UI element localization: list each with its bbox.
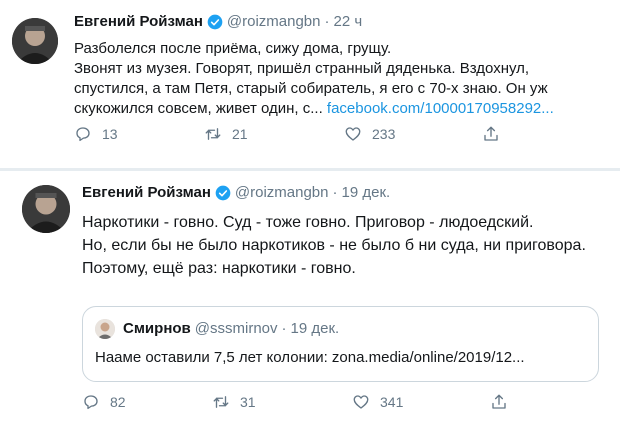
quoted-tweet-header: Смирнов @sssmirnov · 19 дек. (123, 320, 339, 337)
verified-badge-icon (215, 185, 231, 200)
avatar[interactable] (22, 185, 70, 233)
reply-button[interactable]: 82 (82, 393, 126, 411)
retweet-button[interactable]: 31 (212, 393, 256, 411)
reply-count: 13 (102, 126, 118, 142)
quoted-tweet-text: Нааме оставили 7,5 лет колонии: zona.med… (95, 349, 525, 366)
separator: · (281, 320, 287, 337)
reply-button[interactable]: 13 (74, 125, 118, 143)
quoted-timestamp: 19 дек. (290, 320, 340, 337)
tweet-line: скукожился совсем, живет один, с... face… (74, 99, 554, 119)
author-name[interactable]: Евгений Ройзман (82, 184, 211, 201)
like-icon (345, 127, 361, 141)
share-icon (484, 126, 498, 141)
avatar[interactable] (12, 18, 58, 64)
tweet-line: Но, если бы не было наркотиков - не было… (82, 237, 586, 254)
quoted-tweet[interactable]: Смирнов @sssmirnov · 19 дек. Нааме остав… (82, 306, 599, 382)
tweet-line-text: скукожился совсем, живет один, с... (74, 100, 327, 117)
tweet-line: Наркотики - говно. Суд - тоже говно. При… (82, 214, 534, 231)
tweet-line: спустился, а там Петя, старый собиратель… (74, 80, 548, 97)
tweet-line: Поэтому, ещё раз: наркотики - говно. (82, 260, 356, 277)
share-button[interactable] (490, 393, 518, 411)
author-handle[interactable]: @roizmangbn (235, 184, 329, 201)
tweet[interactable]: Евгений Ройзман @roizmangbn · 22 ч Разбо… (0, 0, 620, 168)
reply-icon (84, 395, 98, 410)
tweet-header: Евгений Ройзман @roizmangbn · 19 дек. (82, 184, 390, 201)
retweet-icon (213, 396, 229, 408)
retweet-icon (205, 128, 221, 140)
timestamp[interactable]: 22 ч (334, 13, 363, 30)
author-handle[interactable]: @roizmangbn (227, 13, 321, 30)
tweet-divider (0, 168, 620, 171)
tweet-text: Разболелся после приёма, сижу дома, грущ… (74, 39, 554, 119)
like-icon (353, 395, 369, 409)
tweet-text: Наркотики - говно. Суд - тоже говно. При… (82, 211, 586, 280)
retweet-count: 21 (232, 126, 248, 142)
separator: · (332, 184, 338, 201)
author-name[interactable]: Евгений Ройзман (74, 13, 203, 30)
share-icon (492, 394, 506, 409)
like-button[interactable]: 233 (344, 125, 395, 143)
quoted-author-name[interactable]: Смирнов (123, 320, 191, 337)
timestamp[interactable]: 19 дек. (342, 184, 391, 201)
tweet-line: Звонят из музея. Говорят, пришёл странны… (74, 60, 530, 77)
like-count: 341 (380, 394, 404, 410)
external-link[interactable]: facebook.com/10000170958292... (327, 100, 554, 117)
retweet-count: 31 (240, 394, 256, 410)
quoted-author-handle[interactable]: @sssmirnov (195, 320, 278, 337)
separator: · (324, 13, 330, 30)
avatar[interactable] (95, 319, 115, 339)
tweet-line: Разболелся после приёма, сижу дома, грущ… (74, 40, 392, 57)
retweet-button[interactable]: 21 (204, 125, 248, 143)
like-button[interactable]: 341 (352, 393, 403, 411)
tweet-header: Евгений Ройзман @roizmangbn · 22 ч (74, 13, 362, 30)
reply-count: 82 (110, 394, 126, 410)
reply-icon (76, 127, 90, 142)
like-count: 233 (372, 126, 396, 142)
verified-badge-icon (207, 14, 223, 29)
share-button[interactable] (482, 125, 510, 143)
